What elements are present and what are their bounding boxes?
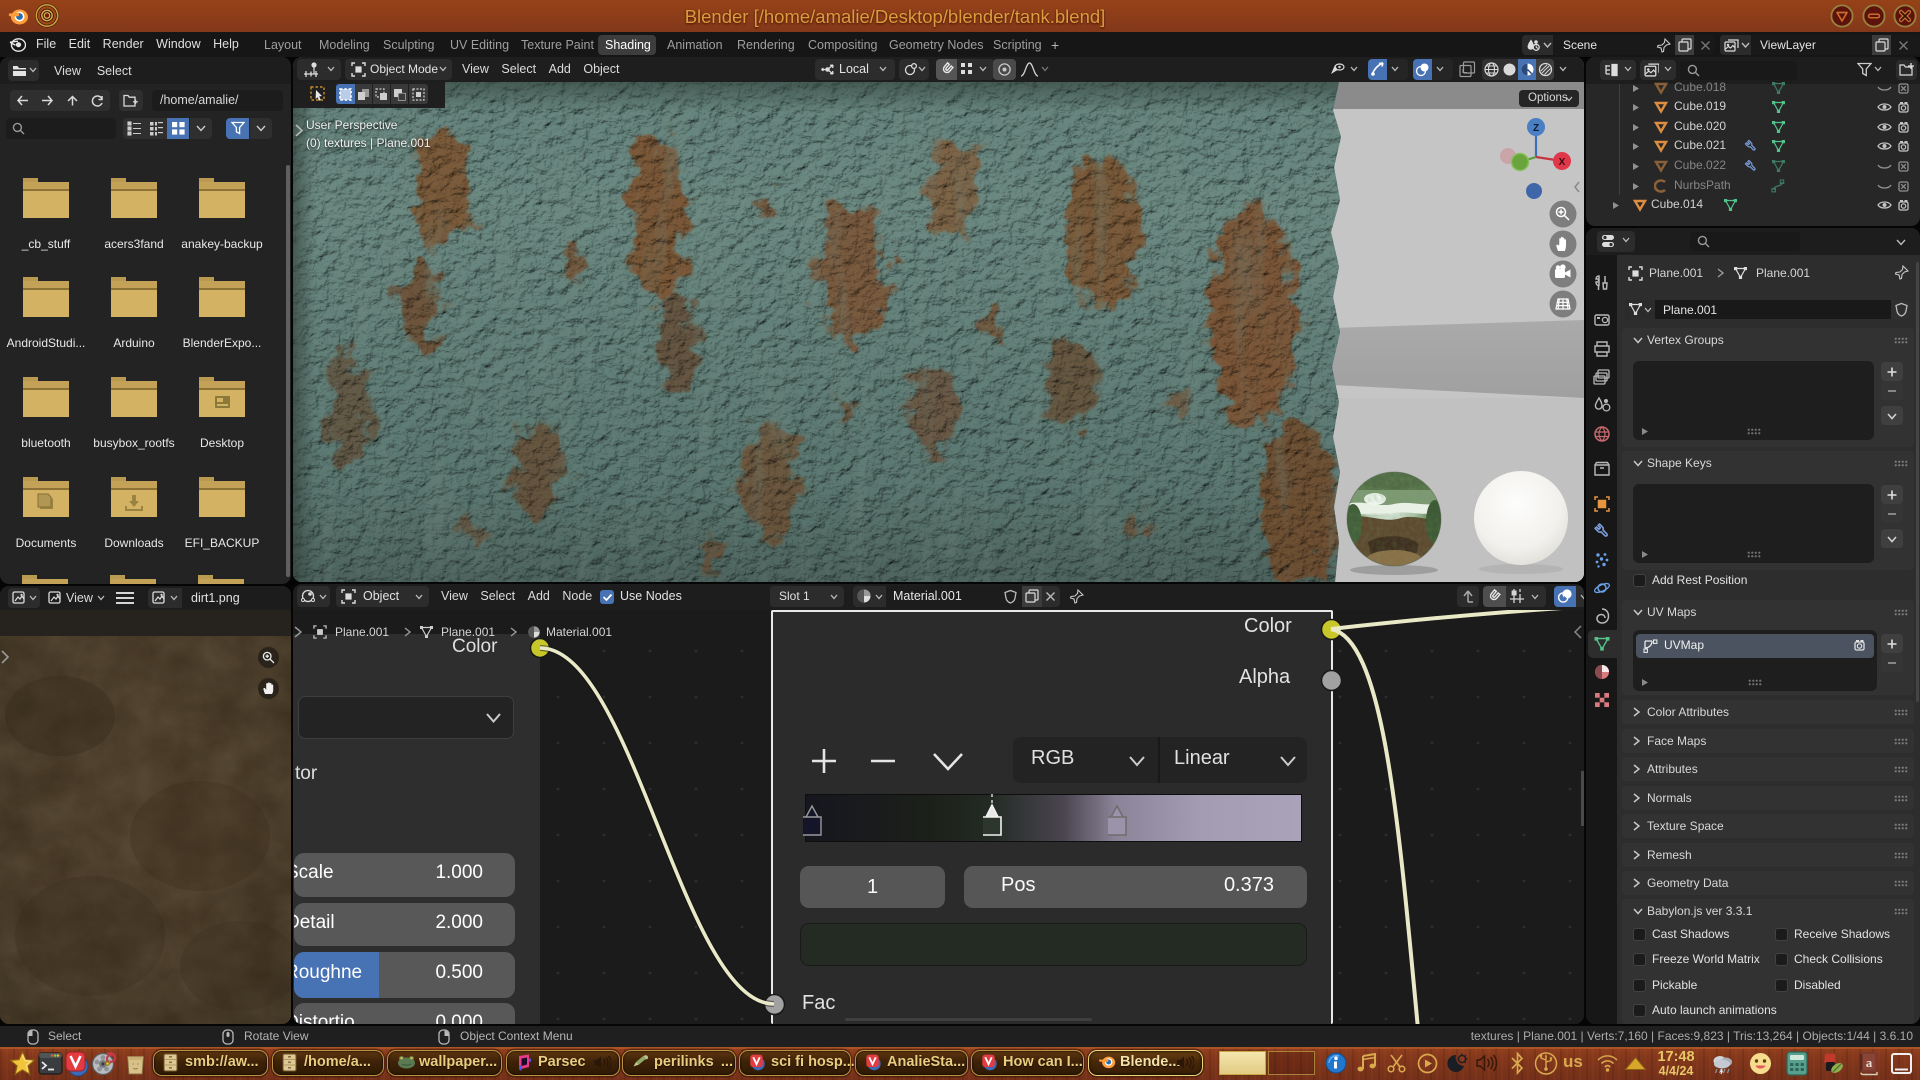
svg-text:a: a [1866, 1055, 1873, 1070]
svg-text:X: X [1559, 157, 1566, 168]
svg-text:Z: Z [1533, 123, 1539, 134]
